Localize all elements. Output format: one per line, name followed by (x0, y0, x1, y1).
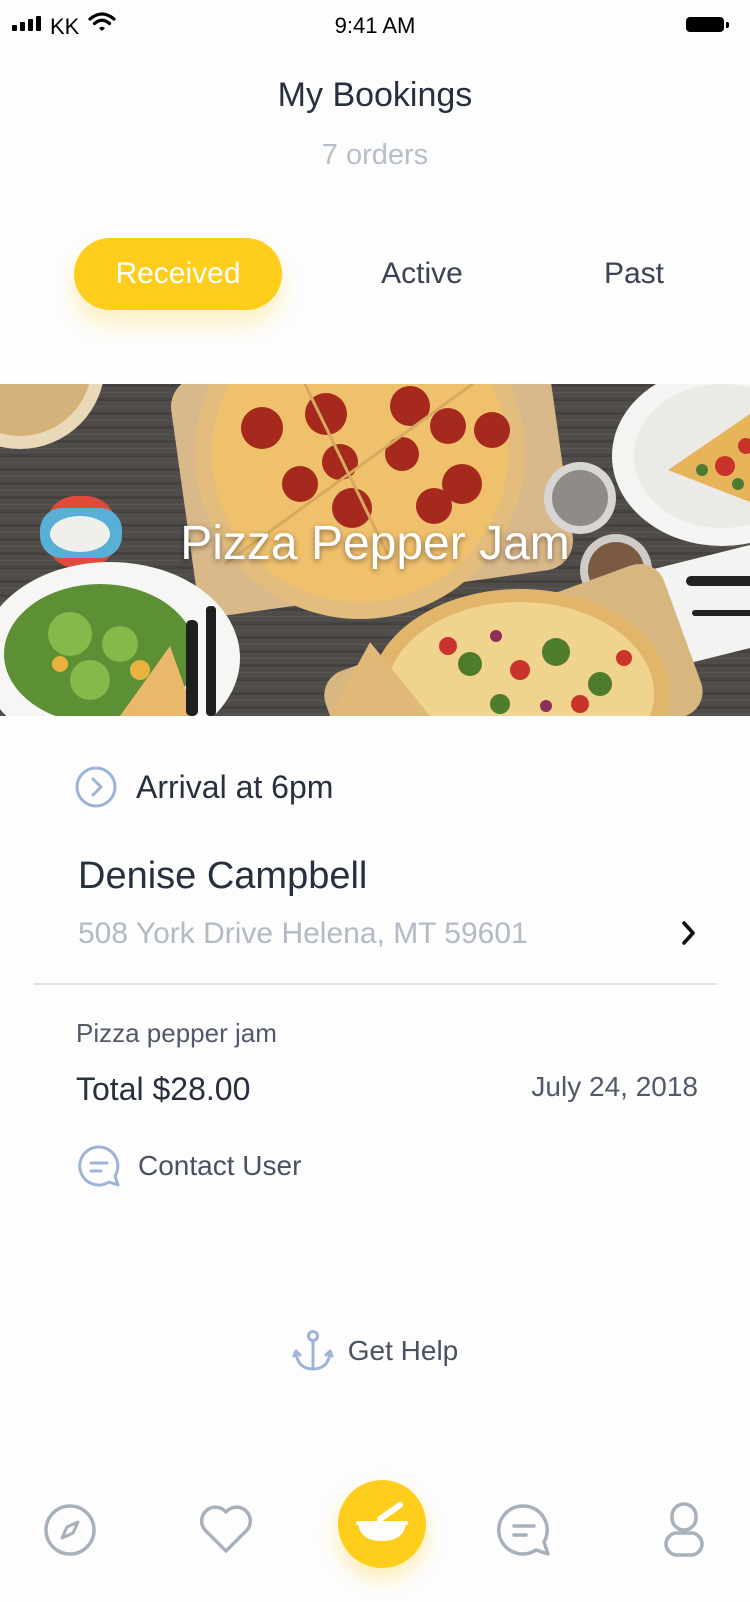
booking-tabs: Received Active Past (0, 238, 750, 310)
anchor-icon (292, 1330, 334, 1371)
heart-icon (199, 1505, 253, 1553)
order-total: Total $28.00 (76, 1071, 251, 1107)
chat-icon (497, 1504, 550, 1556)
chat-icon (78, 1145, 120, 1187)
nav-favorites[interactable] (176, 1480, 276, 1580)
arrival-info: Arrival at 6pm (74, 764, 333, 810)
status-bar: KK 9:41 AM (0, 0, 750, 52)
tab-past[interactable]: Past (584, 238, 684, 310)
user-icon (664, 1502, 704, 1557)
status-time: 9:41 AM (334, 13, 416, 38)
customer-name: Denise Campbell (78, 855, 368, 897)
address-row[interactable]: 508 York Drive Helena, MT 59601 (78, 912, 698, 956)
contact-user-button[interactable]: Contact User (76, 1142, 301, 1190)
order-item: Pizza pepper jam (76, 1018, 277, 1048)
order-date: July 24, 2018 (531, 1071, 698, 1102)
get-help-label: Get Help (347, 1335, 459, 1366)
booking-hero-image[interactable]: Pizza Pepper Jam (0, 384, 750, 716)
orders-count: 7 orders (321, 139, 429, 171)
contact-user-label: Contact User (138, 1150, 302, 1181)
hero-title: Pizza Pepper Jam (180, 517, 570, 570)
tab-received[interactable]: Received (74, 238, 282, 310)
customer-address: 508 York Drive Helena, MT 59601 (78, 917, 528, 950)
nav-bookings[interactable] (338, 1480, 426, 1568)
page-title: My Bookings (277, 76, 473, 114)
divider (34, 983, 717, 985)
compass-icon (44, 1504, 96, 1556)
bowl-icon (356, 1502, 408, 1541)
battery-icon (686, 17, 729, 32)
chevron-right-icon[interactable] (680, 920, 698, 946)
chevron-circle-icon (75, 766, 117, 808)
arrival-time: Arrival at 6pm (136, 768, 334, 805)
bottom-nav (0, 1480, 750, 1580)
nav-messages[interactable] (474, 1480, 574, 1580)
get-help-button[interactable]: Get Help (0, 1329, 750, 1373)
tab-active[interactable]: Active (360, 238, 484, 310)
nav-explore[interactable] (20, 1480, 120, 1580)
nav-profile[interactable] (634, 1480, 734, 1580)
